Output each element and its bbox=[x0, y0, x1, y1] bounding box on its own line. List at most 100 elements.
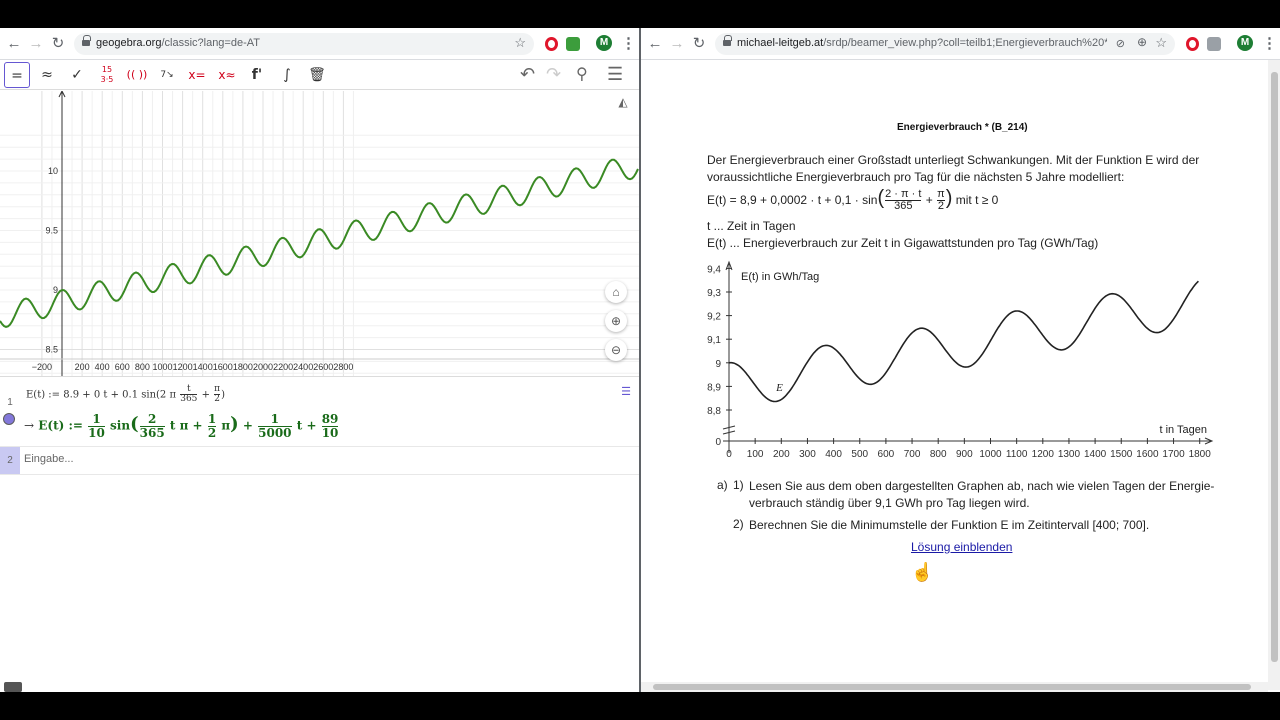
question-1-num: 1) bbox=[733, 478, 744, 492]
variable-t: t ... Zeit in Tagen bbox=[707, 219, 796, 233]
zoom-out-icon[interactable]: ⊖ bbox=[605, 339, 627, 361]
x-tick-label: 2000 bbox=[253, 362, 273, 372]
forward-icon[interactable]: → bbox=[26, 34, 46, 54]
forward-icon[interactable]: → bbox=[667, 34, 687, 54]
question-2-num: 2) bbox=[733, 517, 744, 531]
opera-extension-icon[interactable] bbox=[545, 37, 558, 51]
zoom-icon[interactable]: ⊕ bbox=[1137, 35, 1147, 49]
x-tick-label: 2600 bbox=[313, 362, 333, 372]
tool-substitute[interactable]: 7↘ bbox=[154, 62, 180, 88]
y-axis-label: E(t) in GWh/Tag bbox=[741, 271, 819, 283]
show-solution-link[interactable]: Lösung einblenden bbox=[911, 540, 1012, 554]
tool-integral[interactable]: ∫ bbox=[274, 62, 300, 88]
x-tick-label: 2400 bbox=[293, 362, 313, 372]
geogebra-toolbar: = ≈ ✓ 15 3·5 (( )) 7↘ x= x≈ f' ∫ 🗑 ↶ ↷ ⚲ … bbox=[0, 60, 639, 90]
chart-canvas: 0 100 200 300 400 500 600 700 800 900 1000 1100 1200… bbox=[707, 260, 1214, 458]
article-window: ← → ↻ michael-leitgeb.at/srdp/beamer_vie… bbox=[641, 28, 1280, 692]
algebra-style-icon[interactable]: ☰ bbox=[621, 385, 631, 398]
tool-derivative[interactable]: f' bbox=[244, 62, 270, 88]
redo-icon[interactable]: ↷ bbox=[546, 64, 561, 85]
algebra-row-2[interactable]: 2 Eingabe... bbox=[0, 447, 639, 475]
extension-icon[interactable] bbox=[1207, 37, 1221, 51]
hand-cursor-icon: ☝ bbox=[911, 562, 934, 582]
tool-evaluate[interactable]: = bbox=[4, 62, 30, 88]
x-tick-label: 1300 bbox=[1058, 449, 1081, 458]
y-tick-label: 9,2 bbox=[707, 312, 721, 323]
keyboard-icon[interactable] bbox=[4, 682, 22, 692]
extension-icon[interactable] bbox=[566, 37, 580, 51]
vertical-scrollbar[interactable] bbox=[1268, 60, 1280, 690]
x-axis-label: t in Tagen bbox=[1159, 424, 1207, 436]
x-tick-label: 900 bbox=[956, 449, 973, 458]
y-tick-label: 9 bbox=[715, 359, 721, 370]
tool-factor[interactable]: 15 3·5 bbox=[94, 62, 120, 88]
x-tick-label: 1000 bbox=[979, 449, 1002, 458]
algebra-row-1[interactable]: 1 E(t) := 8.9 + 0 t + 0.1 sin(2 π t 365 +… bbox=[0, 377, 639, 447]
x-tick-label: 1700 bbox=[1162, 449, 1185, 458]
x-tick-label: 800 bbox=[930, 449, 947, 458]
definition-input[interactable]: E(t) := 8.9 + 0 t + 0.1 sin(2 π t 365 + π… bbox=[26, 384, 225, 405]
y-tick-label: 0 bbox=[715, 437, 721, 448]
bookmark-star-icon[interactable]: ☆ bbox=[514, 35, 526, 51]
y-tick-label: 10 bbox=[48, 166, 58, 176]
input-bar[interactable]: Eingabe... bbox=[24, 453, 74, 465]
search-icon[interactable]: ⚲ bbox=[576, 64, 588, 84]
horizontal-scrollbar[interactable] bbox=[641, 682, 1268, 692]
undo-icon[interactable]: ↶ bbox=[520, 64, 535, 85]
tool-numeric[interactable]: ≈ bbox=[34, 62, 60, 88]
profile-avatar[interactable]: M bbox=[596, 35, 612, 51]
browser-menu-icon[interactable]: ⋮ bbox=[1262, 34, 1277, 52]
bookmark-star-icon[interactable]: ☆ bbox=[1155, 35, 1167, 51]
visibility-toggle[interactable] bbox=[3, 413, 15, 425]
x-tick-label: 1100 bbox=[1006, 449, 1028, 458]
y-tick-label: 8.5 bbox=[45, 345, 58, 355]
question-1-line-2: verbrauch ständig über 9,1 GWh pro Tag l… bbox=[749, 496, 1030, 510]
browser-menu-icon[interactable]: ⋮ bbox=[621, 34, 636, 52]
site-settings-icon[interactable]: ⊘ bbox=[1116, 37, 1125, 50]
opera-extension-icon[interactable] bbox=[1186, 37, 1199, 51]
reload-icon[interactable]: ↻ bbox=[48, 34, 68, 54]
address-bar[interactable]: geogebra.org/classic?lang=de-AT ☆ bbox=[74, 33, 534, 55]
question-1-line-1: Lesen Sie aus dem oben dargestellten Gra… bbox=[749, 479, 1215, 493]
row-number: 1 bbox=[7, 397, 13, 408]
lock-icon bbox=[723, 35, 732, 47]
x-tick-label: 1800 bbox=[1189, 449, 1212, 458]
tool-keep-input[interactable]: ✓ bbox=[64, 62, 90, 88]
reload-icon[interactable]: ↻ bbox=[689, 34, 709, 54]
x-tick-label: 0 bbox=[726, 449, 732, 458]
x-tick-label: 400 bbox=[95, 362, 110, 372]
x-tick-label: 2200 bbox=[273, 362, 293, 372]
x-tick-label: 1400 bbox=[193, 362, 213, 372]
address-url: michael-leitgeb.at/srdp/beamer_view.php?… bbox=[737, 37, 1107, 49]
x-tick-label: 600 bbox=[115, 362, 130, 372]
graphics-view[interactable]: −200 200 400 600 800 1000 1200 1400 1600 1800 2000… bbox=[0, 91, 639, 376]
x-tick-label: 1600 bbox=[213, 362, 233, 372]
x-tick-label: 1800 bbox=[233, 362, 253, 372]
zoom-in-icon[interactable]: ⊕ bbox=[605, 310, 627, 332]
tool-solve-numeric[interactable]: x≈ bbox=[214, 62, 240, 88]
profile-avatar[interactable]: M bbox=[1237, 35, 1253, 51]
y-tick-label: 8,8 bbox=[707, 406, 721, 417]
home-icon[interactable]: ⌂ bbox=[605, 281, 627, 303]
x-tick-label: 1000 bbox=[152, 362, 172, 372]
x-tick-label: 500 bbox=[851, 449, 868, 458]
function-formula: E(t) = 8,9 + 0,0002 · t + 0,1 · sin(2 · … bbox=[707, 187, 999, 213]
x-tick-label: 1400 bbox=[1084, 449, 1107, 458]
back-icon[interactable]: ← bbox=[645, 34, 665, 54]
graphics-canvas[interactable]: −200 200 400 600 800 1000 1200 1400 1600 1800 2000… bbox=[0, 91, 639, 376]
graphics-style-bar-icon[interactable]: ◭ bbox=[613, 95, 633, 113]
algebra-view: 1 E(t) := 8.9 + 0 t + 0.1 sin(2 π t 365 +… bbox=[0, 376, 639, 692]
tool-solve[interactable]: x= bbox=[184, 62, 210, 88]
address-bar[interactable]: michael-leitgeb.at/srdp/beamer_view.php?… bbox=[715, 33, 1175, 55]
x-tick-label: 1600 bbox=[1136, 449, 1159, 458]
x-tick-label: 600 bbox=[878, 449, 895, 458]
x-tick-label: −200 bbox=[32, 362, 52, 372]
address-url: geogebra.org/classic?lang=de-AT bbox=[96, 37, 260, 49]
evaluated-output: → E(t) := 1 10 sin(2 365 t π + 12 π) + 1 50… bbox=[24, 412, 339, 440]
delete-icon[interactable]: 🗑 bbox=[304, 62, 330, 88]
y-tick-label: 9,1 bbox=[707, 335, 721, 346]
back-icon[interactable]: ← bbox=[4, 34, 24, 54]
hamburger-menu-icon[interactable]: ☰ bbox=[607, 64, 623, 85]
intro-line-2: voraussichtliche Energieverbrauch pro Ta… bbox=[707, 170, 1125, 184]
tool-expand[interactable]: (( )) bbox=[124, 62, 150, 88]
